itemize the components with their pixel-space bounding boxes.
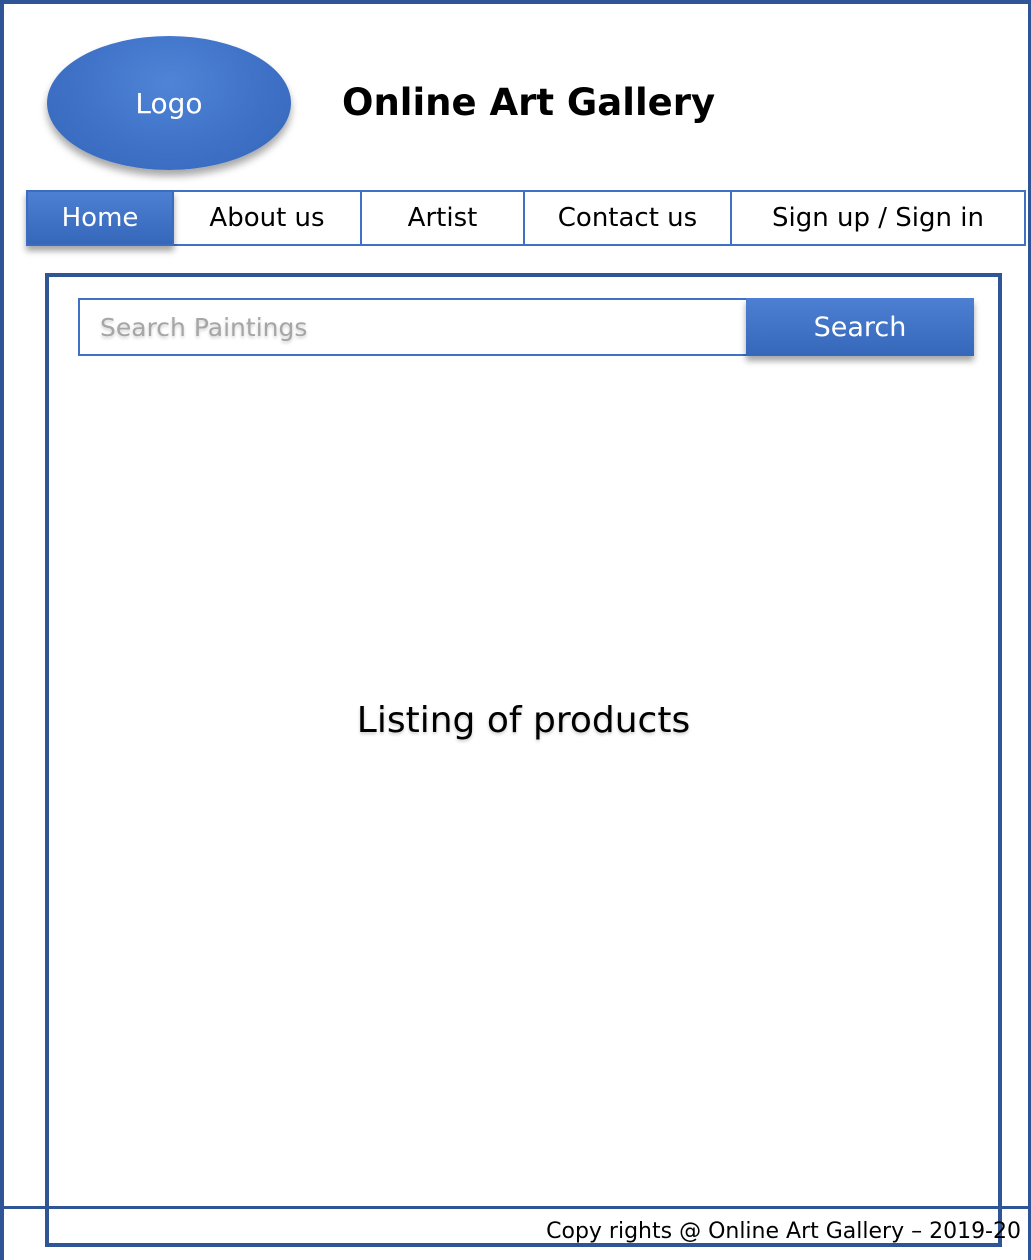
search-button[interactable]: Search [746, 298, 974, 356]
search-placeholder: Search Paintings [100, 312, 308, 342]
product-listing-label: Listing of products [356, 700, 691, 741]
logo-label: Logo [135, 86, 203, 120]
site-title: Online Art Gallery [342, 81, 716, 124]
search-input[interactable]: Search Paintings [78, 298, 750, 356]
footer-divider [4, 1206, 1028, 1209]
nav-item-home[interactable]: Home [26, 190, 174, 246]
nav-item-about-us[interactable]: About us [172, 190, 362, 246]
main-nav: Home About us Artist Contact us Sign up … [26, 190, 1026, 246]
logo[interactable]: Logo [47, 36, 291, 170]
nav-item-artist[interactable]: Artist [360, 190, 525, 246]
nav-item-sign-up-sign-in[interactable]: Sign up / Sign in [730, 190, 1026, 246]
nav-item-contact-us[interactable]: Contact us [523, 190, 732, 246]
content-panel [45, 273, 1002, 1247]
footer-copyright: Copy rights @ Online Art Gallery – 2019-… [546, 1219, 1021, 1244]
search-button-label: Search [813, 311, 907, 343]
